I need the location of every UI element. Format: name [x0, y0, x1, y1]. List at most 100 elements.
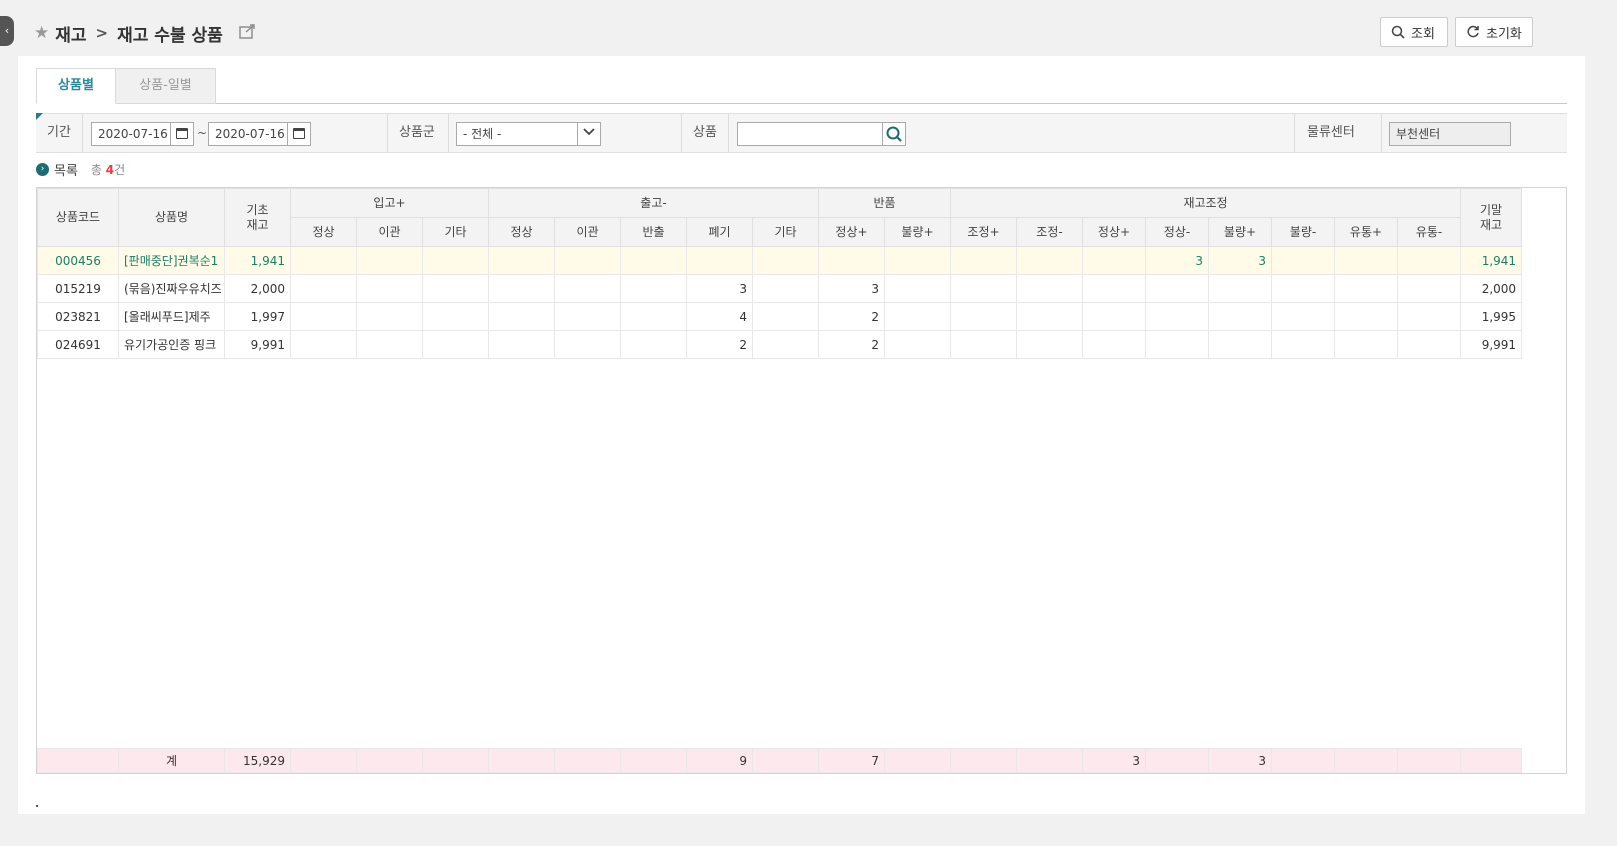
share-icon[interactable] [239, 23, 257, 43]
col-header-name[interactable]: 상품명 [118, 188, 225, 247]
table-cell [620, 302, 687, 331]
col-subheader[interactable]: 정상 [290, 217, 357, 247]
collapse-panel-button[interactable]: ‹ [0, 16, 14, 46]
table-cell: 1,941 [224, 246, 291, 275]
table-cell [1396, 274, 1462, 303]
divider [728, 114, 729, 152]
total-row: 계 15,929 9 7 3 3 [37, 748, 1522, 773]
total-cell: 9 [686, 748, 753, 773]
breadcrumb-root: 재고 [55, 25, 87, 46]
table-cell [1082, 246, 1146, 275]
total-cell [554, 748, 621, 773]
col-subheader[interactable]: 정상 [488, 217, 555, 247]
table-cell [752, 302, 819, 331]
total-cell [1397, 748, 1461, 773]
table-cell: 3 [686, 274, 753, 303]
col-subheader[interactable]: 조정+ [950, 217, 1017, 247]
calendar-icon [293, 128, 305, 139]
col-subheader[interactable]: 이관 [356, 217, 423, 247]
col-subheader[interactable]: 조정- [1016, 217, 1083, 247]
table-row[interactable]: 000456 [판매중단]권복순1 1,941 3 3 1,941 [37, 246, 1523, 275]
table-cell: 3 [1208, 246, 1272, 275]
product-group-dropdown-button[interactable] [577, 122, 601, 146]
col-header-code[interactable]: 상품코드 [37, 188, 119, 247]
col-header-end[interactable]: 기말 재고 [1460, 188, 1523, 247]
tab-by-product-daily[interactable]: 상품-일별 [116, 68, 216, 104]
table-cell [1334, 330, 1398, 359]
product-search-input[interactable] [737, 122, 883, 146]
product-search-button[interactable] [882, 122, 906, 146]
table-cell [1208, 274, 1272, 303]
table-row[interactable]: 024691 유기가공인증 핑크 9,991 2 2 9,991 [37, 330, 1523, 359]
table-cell [1016, 274, 1083, 303]
col-subheader[interactable]: 정상+ [1082, 217, 1146, 247]
col-subheader[interactable]: 정상+ [818, 217, 885, 247]
table-cell [356, 330, 423, 359]
reset-button-label: 초기화 [1486, 26, 1522, 42]
col-subheader[interactable]: 유통- [1396, 217, 1462, 247]
header-line: 재고 [1480, 217, 1503, 232]
date-from-calendar-button[interactable] [170, 122, 194, 146]
col-subheader[interactable]: 기타 [752, 217, 819, 247]
divider [387, 114, 388, 152]
table-cell [884, 246, 951, 275]
favorite-star-icon[interactable]: ★ [34, 23, 49, 43]
total-count-number: 4 [105, 162, 115, 177]
breadcrumb: ★ 재고 > 재고 수불 상품 [34, 18, 257, 48]
chevron-right-icon: › [36, 162, 49, 176]
table-cell [1396, 246, 1462, 275]
header-line: 기말 [1480, 202, 1503, 217]
table-cell [1016, 302, 1083, 331]
table-cell [686, 246, 753, 275]
col-subheader[interactable]: 이관 [554, 217, 621, 247]
total-cell [488, 748, 555, 773]
table-cell: 2 [686, 330, 753, 359]
date-to-calendar-button[interactable] [287, 122, 311, 146]
total-cell: 15,929 [224, 748, 291, 773]
date-from-input[interactable]: 2020-07-16 [91, 122, 171, 146]
col-subheader[interactable]: 정상- [1145, 217, 1209, 247]
table-cell [488, 274, 555, 303]
total-suffix: 건 [114, 162, 126, 177]
total-cell [422, 748, 489, 773]
col-header-begin[interactable]: 기초 재고 [224, 188, 291, 247]
table-cell: 2,000 [224, 274, 291, 303]
total-cell: 3 [1082, 748, 1146, 773]
total-cell [884, 748, 951, 773]
table-cell [620, 246, 687, 275]
table-cell [554, 330, 621, 359]
table-cell [356, 274, 423, 303]
table-cell [1271, 274, 1335, 303]
divider [82, 114, 83, 152]
tab-bar: 상품별 상품-일별 [36, 68, 1567, 104]
col-subheader[interactable]: 반출 [620, 217, 687, 247]
date-to-input[interactable]: 2020-07-16 [208, 122, 288, 146]
table-cell: 024691 [37, 330, 119, 359]
reset-button[interactable]: 초기화 [1455, 17, 1533, 47]
table-cell: (묶음)진짜우유치즈 [118, 274, 225, 303]
col-subheader[interactable]: 불량+ [1208, 217, 1272, 247]
table-cell [290, 302, 357, 331]
table-cell [1271, 330, 1335, 359]
table-cell [1271, 246, 1335, 275]
search-icon [1391, 25, 1405, 39]
table-cell [1208, 302, 1272, 331]
table-row[interactable]: 015219 (묶음)진짜우유치즈 2,000 3 3 2,000 [37, 274, 1523, 303]
col-subheader[interactable]: 불량- [1271, 217, 1335, 247]
table-cell: [판매중단]권복순1 [118, 246, 225, 275]
list-header: › 목록 총 4건 [36, 160, 126, 179]
col-group-adjust: 재고조정 [949, 188, 1462, 218]
search-button[interactable]: 조회 [1380, 17, 1448, 47]
table-row[interactable]: 023821 [올래씨푸드]제주 1,997 4 2 1,995 [37, 302, 1523, 331]
col-subheader[interactable]: 불량+ [884, 217, 951, 247]
product-group-select[interactable]: - 전체 - [456, 122, 578, 146]
col-subheader[interactable]: 폐기 [686, 217, 753, 247]
table-cell [1016, 330, 1083, 359]
table-cell: 3 [1145, 246, 1209, 275]
tab-by-product[interactable]: 상품별 [36, 68, 116, 104]
total-cell [620, 748, 687, 773]
total-table: 계 15,929 9 7 3 3 [37, 748, 1522, 773]
table-cell [356, 302, 423, 331]
col-subheader[interactable]: 유통+ [1334, 217, 1398, 247]
col-subheader[interactable]: 기타 [422, 217, 489, 247]
